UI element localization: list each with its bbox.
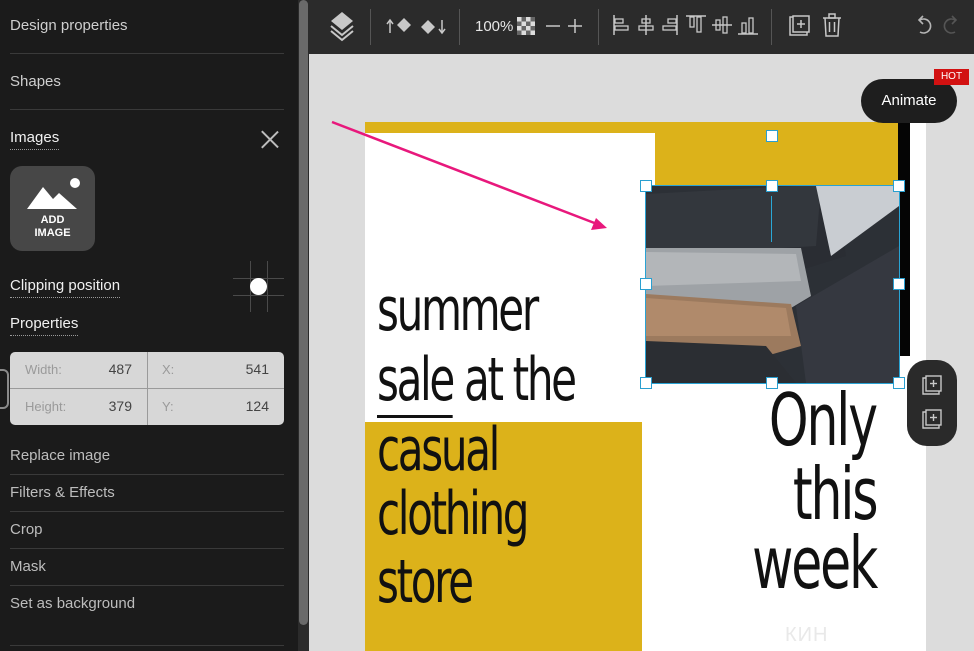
send-backward-icon[interactable] xyxy=(419,16,447,36)
align-middle-icon[interactable] xyxy=(711,14,733,36)
x-label: X: xyxy=(162,362,175,377)
align-center-icon[interactable] xyxy=(637,14,655,36)
sidebar-scrollbar[interactable] xyxy=(298,0,309,651)
width-field[interactable]: 487 xyxy=(72,361,132,377)
filters-effects-action[interactable]: Filters & Effects xyxy=(10,484,115,501)
height-field[interactable]: 379 xyxy=(72,398,132,414)
crop-action[interactable]: Crop xyxy=(10,521,43,538)
properties-label: Properties xyxy=(10,315,79,336)
transparency-icon[interactable] xyxy=(517,17,535,35)
x-field[interactable]: 541 xyxy=(209,361,269,377)
hot-badge: HOT xyxy=(934,69,969,85)
zoom-in-icon[interactable] xyxy=(567,18,583,34)
undo-icon[interactable] xyxy=(915,14,935,36)
add-image-label-2: IMAGE xyxy=(34,227,71,239)
height-label: Height: xyxy=(25,399,67,414)
align-top-icon[interactable] xyxy=(685,14,707,36)
divider xyxy=(10,109,284,110)
sidebar: Design properties Shapes Images ADD IMAG… xyxy=(0,0,298,651)
add-image-button[interactable]: ADD IMAGE xyxy=(10,166,95,251)
replace-image-action[interactable]: Replace image xyxy=(10,447,110,464)
add-image-label-1: ADD xyxy=(40,214,65,226)
add-page-icon[interactable] xyxy=(921,374,943,396)
width-label: Width: xyxy=(25,362,62,377)
trash-icon[interactable] xyxy=(821,13,843,37)
set-as-background-action[interactable]: Set as background xyxy=(10,595,135,612)
top-toolbar: 100% xyxy=(309,0,974,54)
design-canvas[interactable]: summer sale at the casual clothing store… xyxy=(309,54,974,651)
images-section[interactable]: Images xyxy=(10,129,60,150)
bring-forward-icon[interactable] xyxy=(385,16,413,36)
animate-button[interactable]: Animate xyxy=(861,79,957,123)
divider xyxy=(10,511,284,512)
align-right-icon[interactable] xyxy=(661,14,679,36)
annotation-arrow xyxy=(331,120,607,230)
close-icon[interactable] xyxy=(259,128,281,150)
align-left-icon[interactable] xyxy=(612,14,630,36)
layers-icon[interactable] xyxy=(329,10,355,42)
zoom-level[interactable]: 100% xyxy=(475,18,513,35)
mask-action[interactable]: Mask xyxy=(10,558,46,575)
shapes-section[interactable]: Shapes xyxy=(10,73,61,90)
y-field[interactable]: 124 xyxy=(209,398,269,414)
divider xyxy=(10,53,284,54)
image-icon xyxy=(27,178,80,209)
properties-box: Width: 487 X: 541 Height: 379 Y: 124 xyxy=(10,352,284,425)
align-bottom-icon[interactable] xyxy=(737,14,759,36)
design-properties-section[interactable]: Design properties xyxy=(10,17,128,34)
divider xyxy=(10,474,284,475)
duplicate-icon[interactable] xyxy=(787,13,811,37)
clipping-position-grid[interactable] xyxy=(233,261,284,312)
aspect-lock-toggle[interactable] xyxy=(0,369,9,409)
divider xyxy=(10,645,284,646)
clipping-position-handle[interactable] xyxy=(250,278,267,295)
scrollbar-thumb[interactable] xyxy=(299,0,308,625)
redo-icon[interactable] xyxy=(940,14,960,36)
divider xyxy=(10,548,284,549)
zoom-out-icon[interactable] xyxy=(545,18,561,34)
duplicate-page-icon[interactable] xyxy=(921,408,943,430)
clipping-position-label: Clipping position xyxy=(10,277,121,298)
divider xyxy=(10,585,284,586)
floating-page-toolbar xyxy=(907,360,957,446)
y-label: Y: xyxy=(162,399,174,414)
